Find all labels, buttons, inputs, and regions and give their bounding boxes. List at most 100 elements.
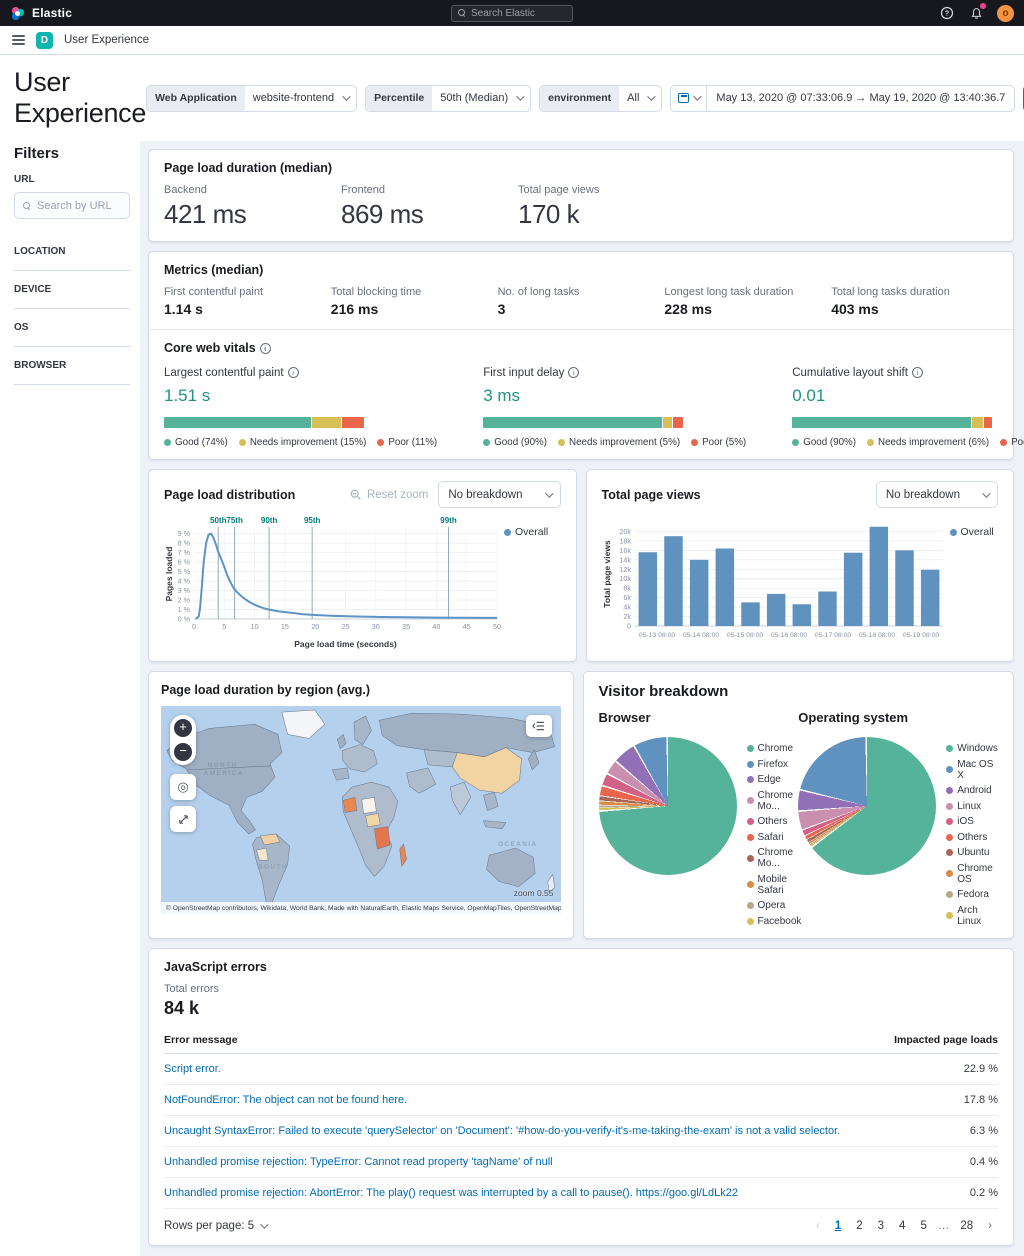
- legend-item[interactable]: Opera: [746, 900, 799, 911]
- sidebar-section-os[interactable]: OS: [14, 309, 130, 347]
- core-web-vital: Largest contentful paint i 1.51 s Good (74%…: [164, 367, 438, 448]
- legend-item[interactable]: Facebook: [746, 916, 801, 927]
- search-icon: [458, 9, 466, 17]
- error-message-link[interactable]: Unhandled promise rejection: AbortError:…: [164, 1187, 738, 1199]
- svg-text:14k: 14k: [619, 555, 631, 564]
- legend-item[interactable]: Others: [946, 832, 998, 843]
- page-header: User Experience Web Application website-…: [0, 55, 1024, 141]
- zoom-out-icon: [350, 489, 361, 500]
- error-message-link[interactable]: NotFoundError: The object can not be fou…: [164, 1094, 407, 1106]
- rows-per-page-button[interactable]: Rows per page: 5: [164, 1220, 269, 1232]
- region-map[interactable]: NORTH AMERICA SOUTH OCEANIA + − ◎ zoom 0…: [161, 706, 561, 914]
- legend-item[interactable]: Chrome OS: [946, 863, 998, 885]
- service-filter-label: Web Application: [147, 85, 245, 111]
- app-icon[interactable]: D: [36, 31, 53, 49]
- elastic-logo-icon[interactable]: [10, 6, 25, 21]
- map-attribution[interactable]: © OpenStreetMap contributors, Wikidata, …: [161, 902, 561, 914]
- chart-legend[interactable]: Overall: [504, 512, 548, 538]
- prev-page-button[interactable]: ‹: [810, 1218, 826, 1234]
- sidebar-section-device[interactable]: DEVICE: [14, 271, 130, 309]
- error-message-link[interactable]: Script error.: [164, 1063, 221, 1075]
- panel-title: JavaScript errors: [164, 959, 267, 974]
- os-pie-chart[interactable]: [798, 737, 937, 875]
- panel-title: Page load duration (median): [164, 161, 333, 175]
- page-load-distribution-panel: Page load distribution Reset zoom No bre…: [148, 469, 577, 662]
- page-number-28[interactable]: 28: [954, 1218, 979, 1234]
- legend-item[interactable]: Others: [746, 816, 799, 827]
- legend-item[interactable]: Fedora: [946, 889, 998, 900]
- dist-breakdown-select[interactable]: No breakdown: [438, 481, 561, 508]
- legend-item[interactable]: Overall: [504, 526, 548, 538]
- bar: [715, 548, 734, 626]
- legend-item[interactable]: Overall: [949, 526, 994, 538]
- breadcrumb[interactable]: User Experience: [64, 34, 149, 46]
- info-icon[interactable]: i: [911, 367, 923, 378]
- alerts-bell-icon[interactable]: [968, 3, 986, 21]
- page-number-3[interactable]: 3: [872, 1218, 890, 1234]
- svg-text:25: 25: [342, 622, 350, 631]
- url-search-input[interactable]: Search by URL: [14, 192, 130, 219]
- chevron-down-icon: [516, 92, 525, 101]
- svg-text:Total page views: Total page views: [602, 540, 612, 608]
- legend-item[interactable]: iOS: [946, 816, 998, 827]
- map-zoom-in-button[interactable]: +: [174, 719, 192, 737]
- top-bar: Elastic Search Elastic ? o: [0, 0, 1024, 26]
- chart-legend[interactable]: Overall: [949, 512, 994, 538]
- bar: [792, 604, 811, 626]
- legend-item[interactable]: Chrome Mo...: [746, 847, 799, 869]
- menu-hamburger-icon[interactable]: [12, 35, 25, 45]
- page-number-4[interactable]: 4: [893, 1218, 911, 1234]
- user-avatar[interactable]: o: [997, 4, 1014, 22]
- map-legend-toggle-button[interactable]: [525, 715, 552, 737]
- total-page-views-chart[interactable]: 02k4k6k8k10k12k14k16k18k20k 05-13 08:00 05…: [602, 512, 948, 650]
- page-number-2[interactable]: 2: [850, 1218, 868, 1234]
- browser-pie-legend[interactable]: Chrome Firefox Edge Chrome Mo... Others Safar…: [746, 733, 801, 927]
- sidebar-section-location[interactable]: LOCATION: [14, 233, 130, 271]
- error-message-link[interactable]: Unhandled promise rejection: TypeError: …: [164, 1156, 553, 1168]
- expand-icon: [178, 814, 188, 824]
- info-icon[interactable]: i: [259, 343, 271, 354]
- svg-text:5 %: 5 %: [178, 567, 191, 576]
- legend-item[interactable]: Edge: [746, 774, 799, 785]
- environment-filter-select[interactable]: All: [619, 86, 661, 111]
- global-search-input[interactable]: Search Elastic: [451, 4, 573, 22]
- browser-pie-chart[interactable]: [598, 737, 737, 875]
- views-breakdown-select[interactable]: No breakdown: [875, 481, 998, 508]
- info-icon[interactable]: i: [568, 367, 580, 378]
- legend-item[interactable]: Arch Linux: [946, 905, 998, 927]
- legend-item[interactable]: Linux: [946, 801, 998, 812]
- calendar-icon: [678, 93, 690, 103]
- sidebar-section-browser[interactable]: BROWSER: [14, 347, 130, 385]
- reset-zoom-button[interactable]: Reset zoom: [350, 489, 428, 501]
- page-number-5[interactable]: 5: [914, 1218, 932, 1234]
- page-number-1[interactable]: 1: [829, 1218, 847, 1234]
- error-message-link[interactable]: Uncaught SyntaxError: Failed to execute …: [164, 1125, 840, 1137]
- map-zoom-out-button[interactable]: −: [174, 743, 192, 761]
- svg-text:50th: 50th: [210, 516, 227, 525]
- os-pie-legend[interactable]: Windows Mac OS X Android Linux iOS Others Ubun…: [946, 733, 998, 927]
- legend-item[interactable]: Windows: [946, 743, 998, 754]
- service-filter-select[interactable]: website-frontend: [245, 86, 356, 111]
- visitor-breakdown-panel: Visitor breakdown Browser Chrome Firefox E…: [582, 671, 1014, 939]
- legend-item[interactable]: Safari: [746, 832, 799, 843]
- chevron-down-icon: [544, 488, 554, 498]
- info-icon[interactable]: i: [287, 367, 299, 378]
- next-page-button[interactable]: ›: [982, 1218, 998, 1234]
- legend-item[interactable]: Chrome: [746, 743, 799, 754]
- legend-item[interactable]: Firefox: [746, 759, 799, 770]
- date-range-text[interactable]: May 13, 2020 @ 07:33:06.9 → May 19, 2020…: [707, 92, 1014, 104]
- legend-item[interactable]: Mobile Safari: [746, 874, 799, 896]
- legend-item[interactable]: Mac OS X: [946, 759, 998, 781]
- map-set-view-button[interactable]: ◎: [170, 774, 196, 800]
- legend-item[interactable]: Android: [946, 785, 998, 796]
- legend-item[interactable]: Ubuntu: [946, 847, 998, 858]
- map-zoom-controls: + −: [170, 715, 196, 765]
- legend-item[interactable]: Chrome Mo...: [746, 790, 799, 812]
- col-impacted-page-loads[interactable]: Impacted page loads: [889, 1028, 998, 1054]
- percentile-filter-select[interactable]: 50th (Median): [432, 86, 530, 111]
- date-picker-calendar-button[interactable]: [671, 85, 708, 111]
- help-icon[interactable]: ?: [939, 5, 955, 21]
- map-fit-bounds-button[interactable]: [170, 806, 196, 832]
- col-error-message[interactable]: Error message: [164, 1028, 890, 1054]
- page-load-distribution-chart[interactable]: 0 %1 %2 %3 %4 %5 %6 %7 %8 %9 % 0 5 10 15 20 25…: [164, 512, 502, 650]
